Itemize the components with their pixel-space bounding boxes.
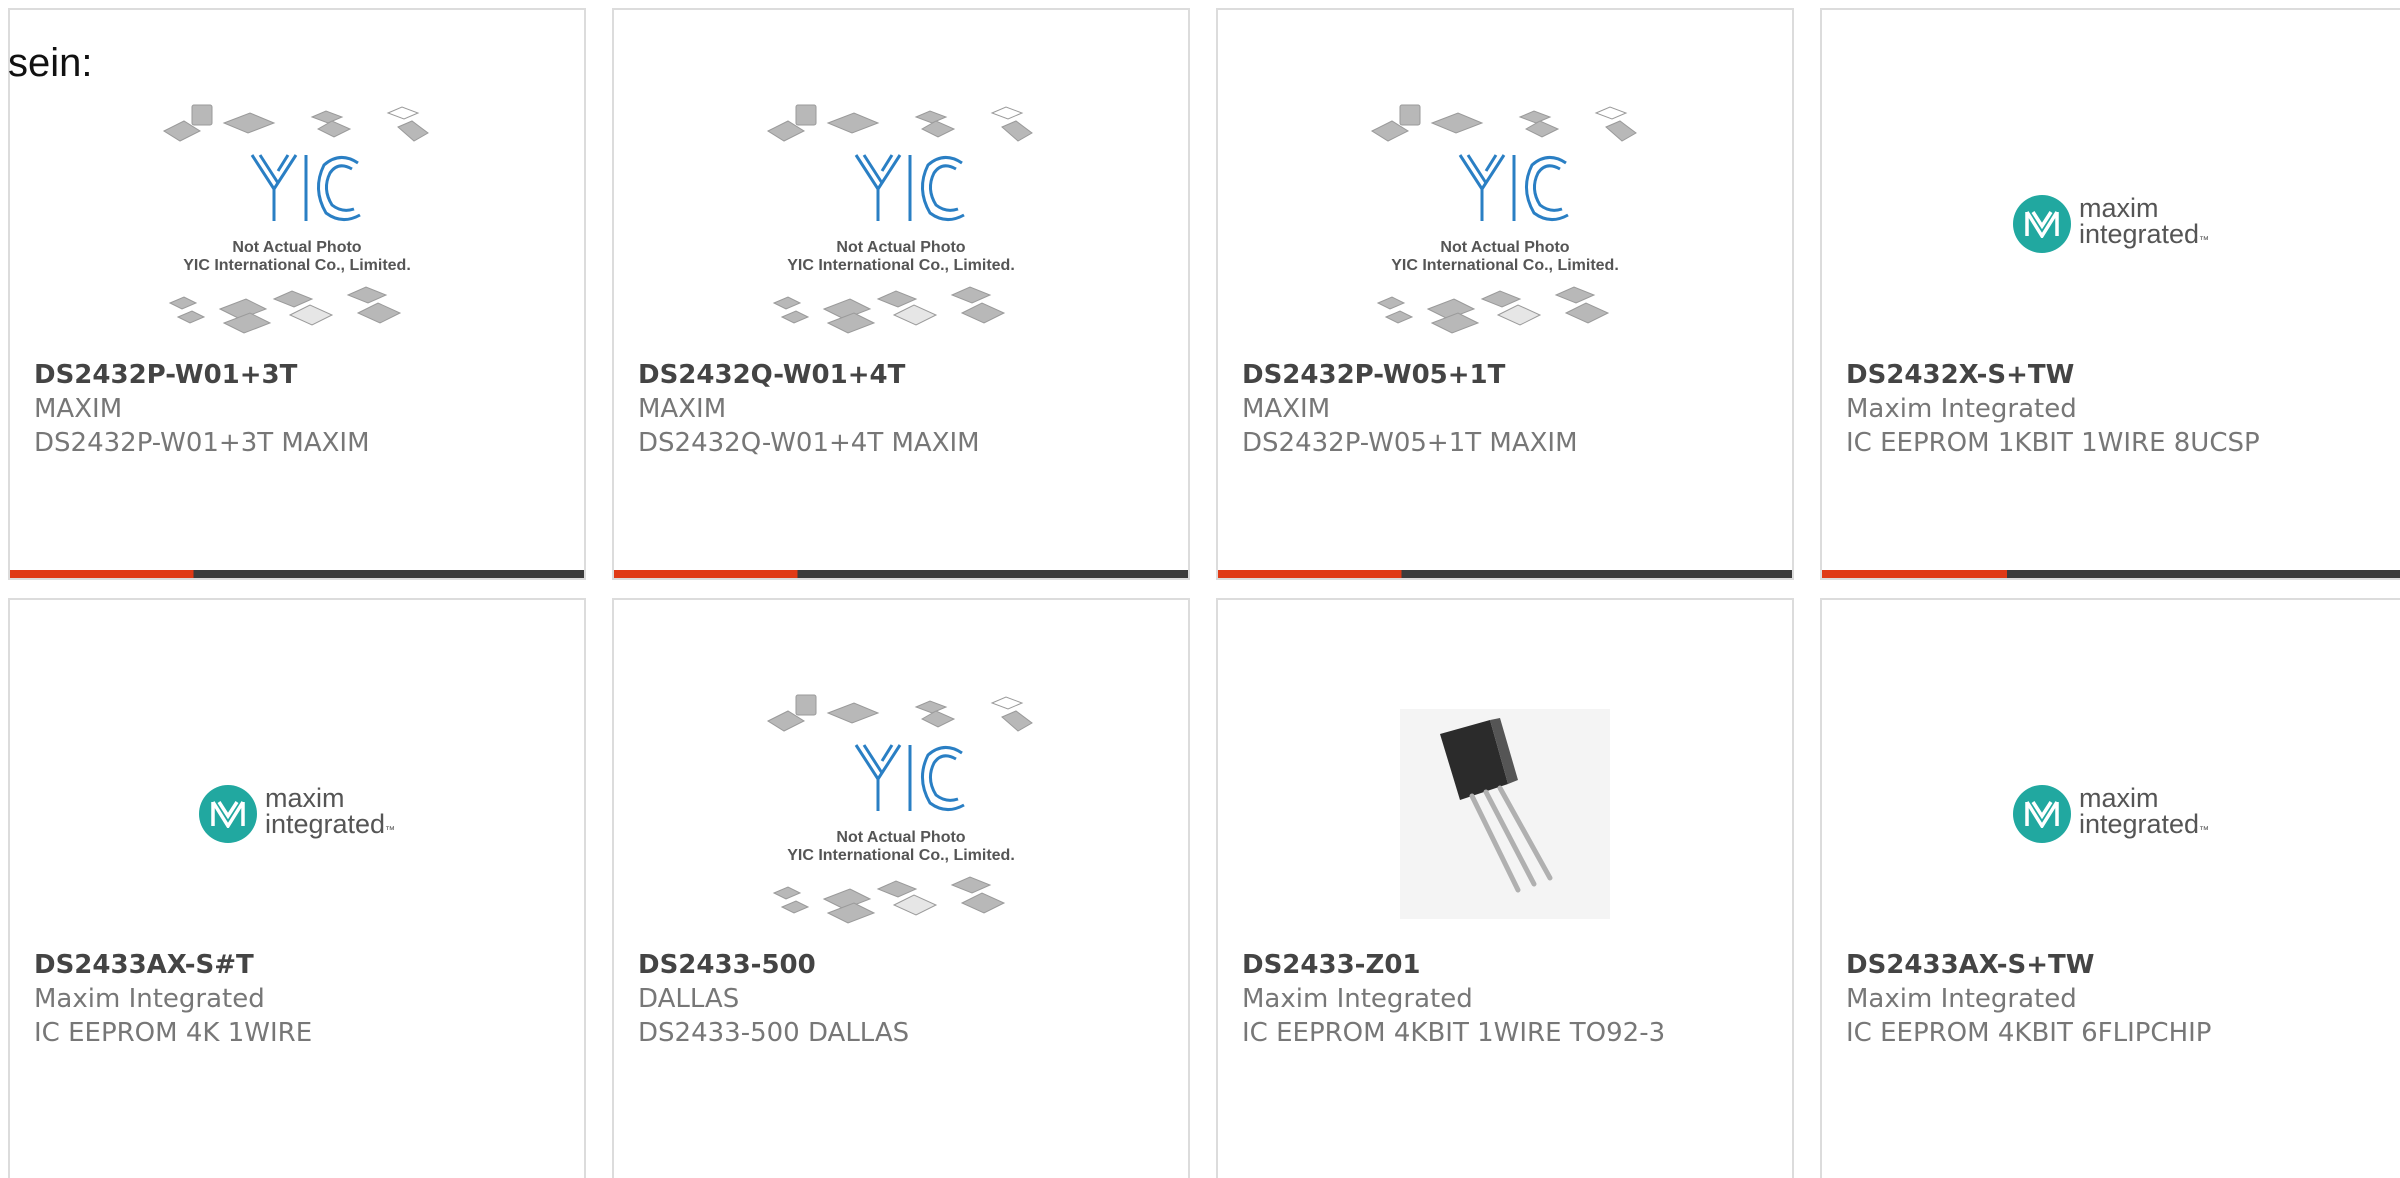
caption-line-2: YIC International Co., Limited.: [787, 257, 1015, 274]
product-card[interactable]: maxim integrated™ DS2433AX-S+TW Maxim In…: [1820, 598, 2400, 1178]
chip-packages-icon: [766, 694, 1033, 924]
maxim-logo: maxim integrated™: [2012, 192, 2210, 254]
caption-line-1: Not Actual Photo: [836, 829, 966, 846]
manufacturer: DALLAS: [638, 984, 740, 1014]
product-image: maxim integrated™: [10, 684, 584, 944]
caption-line-1: Not Actual Photo: [232, 239, 362, 256]
part-number-link[interactable]: DS2433-500: [638, 948, 1178, 982]
product-image: Not Actual Photo YIC International Co., …: [614, 684, 1188, 944]
logo-word-1: maxim: [2078, 782, 2159, 813]
intro-text: sein:: [8, 41, 93, 85]
part-number-link[interactable]: DS2432P-W05+1T: [1242, 358, 1782, 392]
product-image: Not Actual Photo YIC International Co., …: [614, 94, 1188, 354]
description: IC EEPROM 4KBIT 6FLIPCHIP: [1846, 1018, 2212, 1048]
logo-word-1: maxim: [264, 782, 345, 813]
product-card[interactable]: Not Actual Photo YIC International Co., …: [612, 8, 1190, 580]
product-card[interactable]: DS2433-Z01 Maxim Integrated IC EEPROM 4K…: [1216, 598, 1794, 1178]
placeholder-caption: Not Actual Photo YIC International Co., …: [766, 829, 1036, 865]
placeholder-image: Not Actual Photo YIC International Co., …: [1370, 99, 1640, 349]
card-accent-bar: [1822, 570, 2400, 578]
product-image: maxim integrated™: [1822, 94, 2400, 354]
logo-tm: ™: [385, 824, 396, 836]
product-image: Not Actual Photo YIC International Co., …: [10, 94, 584, 354]
product-card[interactable]: maxim integrated™ DS2433AX-S#T Maxim Int…: [8, 598, 586, 1178]
part-number-link[interactable]: DS2433-Z01: [1242, 948, 1782, 982]
caption-line-2: YIC International Co., Limited.: [183, 257, 411, 274]
manufacturer: Maxim Integrated: [34, 984, 265, 1014]
card-accent-bar: [10, 570, 584, 578]
description: IC EEPROM 4K 1WIRE: [34, 1018, 313, 1048]
maxim-logo: maxim integrated™: [2012, 782, 2210, 844]
placeholder-image: Not Actual Photo YIC International Co., …: [766, 99, 1036, 349]
placeholder-image: Not Actual Photo YIC International Co., …: [766, 689, 1036, 939]
manufacturer: MAXIM: [1242, 394, 1331, 424]
maxim-logo-icon: [2012, 785, 2071, 843]
chip-packages-icon: [162, 104, 429, 334]
caption-line-2: YIC International Co., Limited.: [787, 847, 1015, 864]
description: DS2432P-W05+1T MAXIM: [1242, 428, 1578, 458]
product-card[interactable]: maxim integrated™ DS2432X-S+TW Maxim Int…: [1820, 8, 2400, 580]
manufacturer: MAXIM: [34, 394, 123, 424]
logo-word-2: integrated: [264, 808, 386, 839]
logo-tm: ™: [2199, 234, 2210, 246]
part-number-link[interactable]: DS2432X-S+TW: [1846, 358, 2390, 392]
to92-photo: [1400, 709, 1610, 919]
maxim-logo: maxim integrated™: [198, 782, 396, 844]
chip-packages-icon: [766, 104, 1033, 334]
part-number-link[interactable]: DS2432P-W01+3T: [34, 358, 574, 392]
description: DS2432P-W01+3T MAXIM: [34, 428, 370, 458]
transistor-icon: [1440, 718, 1553, 893]
placeholder-caption: Not Actual Photo YIC International Co., …: [162, 239, 432, 275]
manufacturer: Maxim Integrated: [1242, 984, 1473, 1014]
caption-line-1: Not Actual Photo: [836, 239, 966, 256]
manufacturer: Maxim Integrated: [1846, 394, 2077, 424]
description: IC EEPROM 1KBIT 1WIRE 8UCSP: [1846, 428, 2260, 458]
caption-line-1: Not Actual Photo: [1440, 239, 1570, 256]
logo-word-1: maxim: [2078, 192, 2159, 223]
product-card[interactable]: Not Actual Photo YIC International Co., …: [612, 598, 1190, 1178]
maxim-logo-icon: [198, 785, 257, 843]
description: DS2433-500 DALLAS: [638, 1018, 910, 1048]
product-card[interactable]: Not Actual Photo YIC International Co., …: [1216, 8, 1794, 580]
caption-line-2: YIC International Co., Limited.: [1391, 257, 1619, 274]
product-image: [1218, 684, 1792, 944]
part-number-link[interactable]: DS2432Q-W01+4T: [638, 358, 1178, 392]
product-image: Not Actual Photo YIC International Co., …: [1218, 94, 1792, 354]
card-accent-bar: [1218, 570, 1792, 578]
logo-word-2: integrated: [2078, 808, 2200, 839]
placeholder-caption: Not Actual Photo YIC International Co., …: [766, 239, 1036, 275]
placeholder-image: Not Actual Photo YIC International Co., …: [162, 99, 432, 349]
chip-packages-icon: [1370, 104, 1637, 334]
logo-tm: ™: [2199, 824, 2210, 836]
placeholder-caption: Not Actual Photo YIC International Co., …: [1370, 239, 1640, 275]
product-image: maxim integrated™: [1822, 684, 2400, 944]
description: DS2432Q-W01+4T MAXIM: [638, 428, 980, 458]
product-card[interactable]: Not Actual Photo YIC International Co., …: [8, 8, 586, 580]
card-accent-bar: [614, 570, 1188, 578]
maxim-logo-icon: [2012, 195, 2071, 253]
manufacturer: MAXIM: [638, 394, 727, 424]
part-number-link[interactable]: DS2433AX-S+TW: [1846, 948, 2390, 982]
logo-word-2: integrated: [2078, 218, 2200, 249]
description: IC EEPROM 4KBIT 1WIRE TO92-3: [1242, 1018, 1666, 1048]
manufacturer: Maxim Integrated: [1846, 984, 2077, 1014]
part-number-link[interactable]: DS2433AX-S#T: [34, 948, 574, 982]
